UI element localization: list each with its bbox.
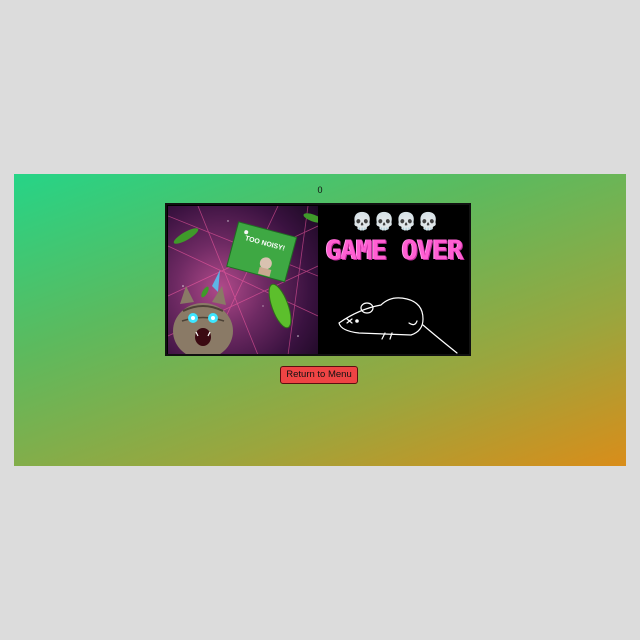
dead-mouse-drawing: [338, 297, 458, 354]
game-over-panel: 💀 💀 💀 💀 GAME OVER: [319, 205, 469, 354]
screaming-cat: [173, 270, 233, 354]
score-display: 0: [317, 185, 323, 195]
game-stage: 0 TOO NOISY! 💀 💀 💀 💀 GAME OVER Return to…: [14, 174, 626, 466]
cat-cucumber-panel: TOO NOISY!: [168, 206, 318, 354]
return-to-menu-button[interactable]: Return to Menu: [280, 366, 358, 384]
game-over-image: TOO NOISY! 💀 💀 💀 💀 GAME OVER: [165, 203, 471, 356]
